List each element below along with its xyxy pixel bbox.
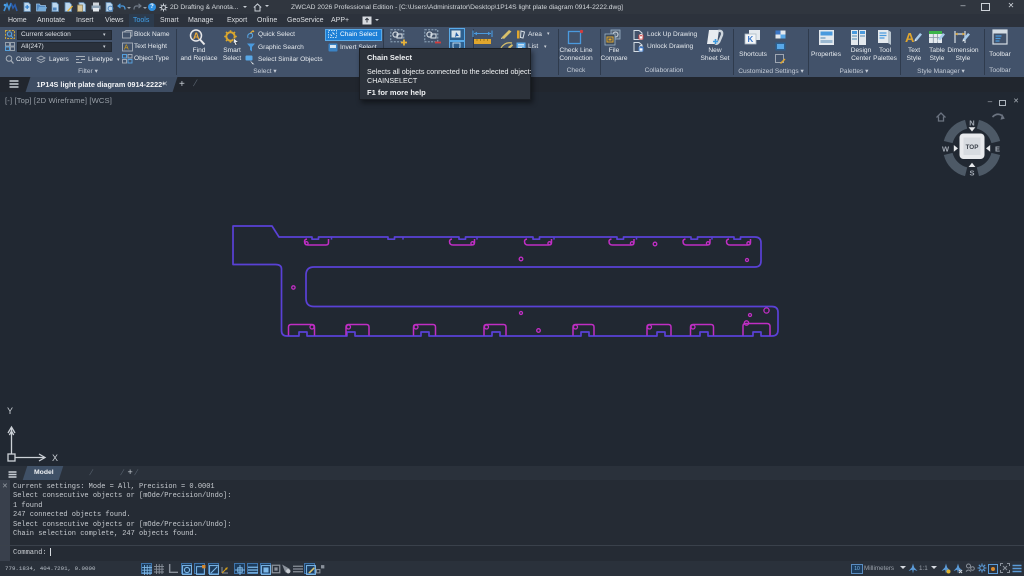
- svg-text:E: E: [995, 144, 1000, 153]
- svg-text:N: N: [969, 119, 974, 128]
- svg-text:W: W: [942, 144, 950, 153]
- svg-text:TOP: TOP: [966, 144, 979, 151]
- svg-text:S: S: [969, 168, 974, 177]
- svg-text:Y: Y: [7, 406, 13, 416]
- svg-text:X: X: [52, 453, 58, 463]
